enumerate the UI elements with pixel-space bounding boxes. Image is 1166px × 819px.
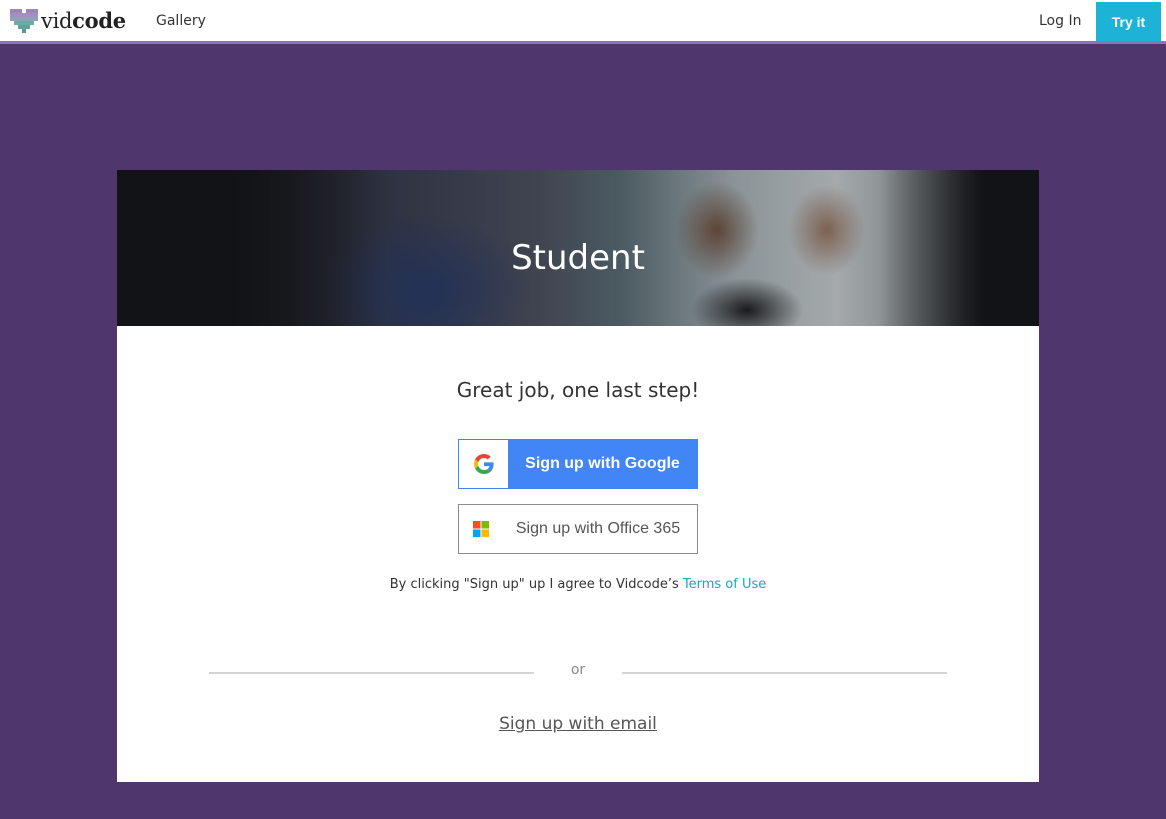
- office365-signup-button[interactable]: Sign up with Office 365: [458, 504, 698, 554]
- logo-wordmark-suffix: code: [72, 8, 126, 33]
- vidcode-logo[interactable]: vidcode: [10, 8, 126, 34]
- divider-or-text: or: [570, 662, 586, 678]
- google-signup-label: Sign up with Google: [525, 455, 680, 472]
- login-link[interactable]: Log In: [1039, 13, 1081, 29]
- nav-link-gallery[interactable]: Gallery: [156, 13, 206, 29]
- terms-text: By clicking "Sign up" up I agree to Vidc…: [389, 577, 683, 592]
- hero-banner: Student: [117, 170, 1039, 326]
- logo-wordmark: vidcode: [41, 8, 126, 34]
- divider-line-right: [622, 672, 947, 674]
- try-it-button[interactable]: Try it: [1096, 2, 1161, 41]
- signup-subtitle: Great job, one last step!: [456, 378, 700, 402]
- terms-notice: By clicking "Sign up" up I agree to Vidc…: [117, 577, 1039, 592]
- microsoft-icon-box: [459, 505, 503, 553]
- google-g-icon: [473, 454, 494, 474]
- top-navigation-bar: vidcode Gallery Log In Try it: [0, 0, 1166, 44]
- logo-wordmark-prefix: vid: [41, 9, 73, 33]
- office365-signup-label: Sign up with Office 365: [515, 520, 681, 537]
- pixel-heart-icon: [10, 9, 38, 33]
- terms-of-use-link[interactable]: Terms of Use: [683, 577, 766, 592]
- google-icon-box: [459, 440, 508, 488]
- google-signup-button[interactable]: Sign up with Google: [458, 439, 698, 489]
- signup-body: Great job, one last step! Sign up with G…: [117, 326, 1039, 782]
- email-signup-link[interactable]: Sign up with email: [117, 714, 1039, 734]
- microsoft-squares-icon: [473, 521, 489, 537]
- hero-title: Student: [511, 238, 645, 278]
- signup-card: Student Great job, one last step! Sign u…: [117, 170, 1039, 782]
